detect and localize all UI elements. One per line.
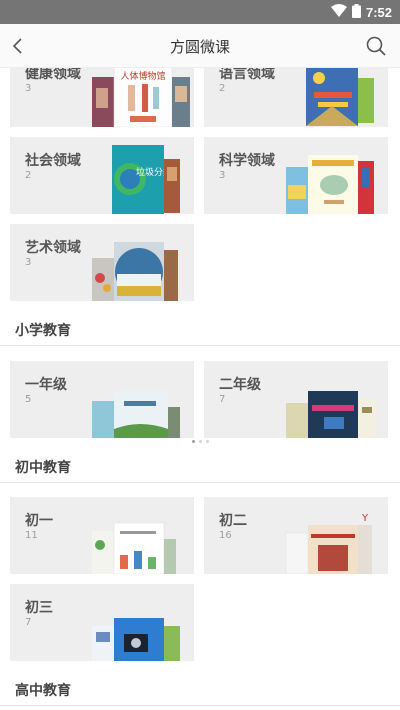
card-title: 初二 — [219, 513, 247, 529]
card-count: 3 — [219, 170, 226, 181]
category-card-art[interactable]: 艺术领域 3 — [10, 224, 194, 301]
card-count: 11 — [25, 530, 38, 541]
battery-icon — [351, 3, 361, 22]
book-covers — [286, 391, 376, 438]
book-covers — [92, 391, 180, 438]
section-title-senior: 高中教育 — [15, 683, 71, 699]
wifi-icon — [330, 3, 347, 22]
grade-card-1[interactable]: 一年级 5 — [10, 361, 194, 438]
book-covers — [92, 242, 178, 301]
card-count: 16 — [219, 530, 232, 541]
card-count: 2 — [219, 83, 226, 94]
pager-dot — [199, 440, 202, 443]
status-time: 7:52 — [365, 5, 392, 20]
page-title: 方圆微课 — [169, 38, 230, 56]
book-covers — [286, 155, 374, 214]
divider — [0, 345, 400, 346]
pager-dot — [192, 440, 195, 443]
card-count: 3 — [25, 257, 32, 268]
category-card-health[interactable]: 健康领域 3 人体博物馆 — [10, 68, 194, 127]
card-title: 语言领域 — [219, 68, 275, 82]
book-cover-title: 人体博物馆 — [120, 70, 165, 82]
category-card-language[interactable]: 语言领域 2 — [204, 68, 388, 127]
divider — [0, 482, 400, 483]
card-title: 艺术领域 — [25, 240, 81, 256]
category-card-science[interactable]: 科学领域 3 — [204, 137, 388, 214]
grade-card-junior-2[interactable]: 初二 16 Y — [204, 497, 388, 574]
card-title: 健康领域 — [25, 68, 81, 82]
card-title: 一年级 — [25, 377, 67, 393]
card-count: 7 — [25, 617, 32, 628]
card-title: 科学领域 — [219, 153, 275, 169]
grade-card-junior-1[interactable]: 初一 11 — [10, 497, 194, 574]
card-count: 3 — [25, 83, 32, 94]
card-title: 社会领域 — [25, 153, 81, 169]
pager-dot — [206, 440, 209, 443]
book-covers: 人体博物馆 — [92, 68, 190, 127]
content-scroll[interactable]: 健康领域 3 人体博物馆 语言领域 2 社会领域 2 垃圾分类 科学领域 3 艺… — [0, 68, 400, 710]
book-covers — [92, 522, 176, 574]
card-count: 2 — [25, 170, 32, 181]
divider — [0, 705, 400, 706]
grade-card-2[interactable]: 二年级 7 — [204, 361, 388, 438]
svg-text:Y: Y — [361, 513, 369, 524]
book-covers — [306, 68, 374, 126]
status-bar: 7:52 — [0, 0, 400, 24]
section-title-junior: 初中教育 — [15, 460, 71, 476]
card-title: 初三 — [25, 600, 53, 616]
section-title-primary: 小学教育 — [15, 323, 71, 339]
category-card-society[interactable]: 社会领域 2 垃圾分类 — [10, 137, 194, 214]
grade-card-junior-3[interactable]: 初三 7 — [10, 584, 194, 661]
card-count: 5 — [25, 394, 32, 405]
book-covers: Y — [285, 513, 372, 574]
book-covers — [92, 618, 180, 661]
book-covers: 垃圾分类 — [112, 145, 180, 214]
card-title: 初一 — [25, 513, 53, 529]
card-count: 7 — [219, 394, 226, 405]
search-button[interactable] — [364, 34, 388, 58]
card-title: 二年级 — [219, 377, 261, 393]
search-icon — [366, 36, 386, 56]
pager-indicator — [192, 440, 209, 443]
app-bar: 方圆微课 — [0, 24, 400, 68]
